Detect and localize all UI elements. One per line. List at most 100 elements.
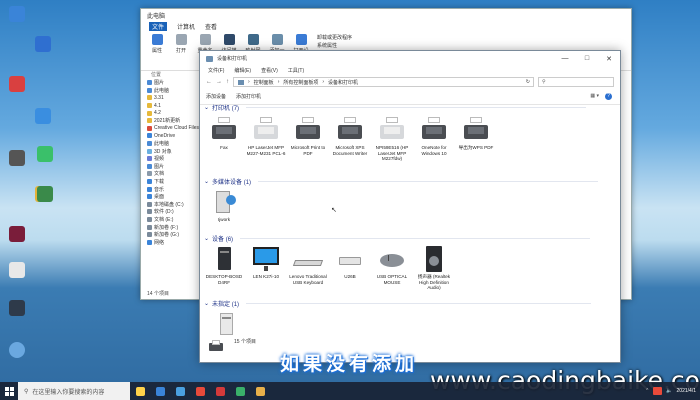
- nav-item[interactable]: 桌面: [141, 193, 200, 201]
- desktop-icon[interactable]: [32, 186, 58, 203]
- multimedia-item[interactable]: Ijwork: [204, 189, 244, 223]
- nav-item[interactable]: 网络: [141, 238, 200, 246]
- ribbon-button[interactable]: 属性: [149, 34, 165, 67]
- ribbon-system-link[interactable]: 卸载或更改程序: [317, 34, 352, 42]
- nav-item-label: 本地磁盘 (C:): [154, 201, 184, 208]
- up-arrow-icon[interactable]: ↑: [226, 79, 229, 85]
- add-device-button[interactable]: 添加设备: [206, 93, 226, 100]
- section-unspecified[interactable]: ⌄ 未指定 (1): [204, 299, 592, 308]
- refresh-icon[interactable]: ↻: [526, 79, 533, 85]
- printer-item[interactable]: NPI59E516 (HP LaserJet MFP M227fdw): [372, 117, 412, 162]
- desktop-icon[interactable]: [4, 150, 30, 167]
- tab-view[interactable]: 查看: [205, 22, 217, 31]
- ribbon-system-link[interactable]: 系统属性: [317, 42, 352, 50]
- section-printers[interactable]: ⌄ 打印机 (7): [204, 103, 587, 112]
- menu-file[interactable]: 文件(F): [208, 67, 224, 74]
- nav-item[interactable]: 2021新更新: [141, 117, 200, 125]
- tab-file[interactable]: 文件: [149, 21, 168, 31]
- start-button[interactable]: [0, 382, 18, 400]
- view-options-icon[interactable]: ▦ ▾: [590, 93, 599, 100]
- breadcrumb-chevron-icon: ›: [248, 79, 250, 85]
- taskbar-app-button[interactable]: [130, 382, 150, 400]
- taskbar-app-button[interactable]: [150, 382, 170, 400]
- desktop-icon[interactable]: [30, 36, 56, 53]
- printer-item[interactable]: Microsoft Print to PDF: [288, 117, 328, 156]
- desktop-icon[interactable]: [4, 6, 30, 23]
- nav-item[interactable]: 4.1: [141, 102, 200, 110]
- nav-item-label: 此电脑: [154, 87, 170, 94]
- minimize-button[interactable]: —: [554, 51, 576, 66]
- unspecified-device[interactable]: [206, 311, 246, 339]
- nav-item[interactable]: 文档: [141, 170, 200, 178]
- printer-item[interactable]: Fax: [204, 117, 244, 151]
- nav-item[interactable]: 此电脑: [141, 140, 200, 148]
- device-item[interactable]: LEN K27i-10: [246, 246, 286, 280]
- taskbar-app-button[interactable]: [190, 382, 210, 400]
- menu-view[interactable]: 查看(V): [261, 67, 278, 74]
- menu-bar: 文件(F) 编辑(E) 查看(V) 工具(T): [200, 66, 620, 75]
- nav-item[interactable]: 此电脑: [141, 87, 200, 95]
- printer-item[interactable]: 导出为WPS PDF: [456, 117, 496, 151]
- device-item[interactable]: U26B: [330, 246, 370, 280]
- nav-item-icon: [147, 201, 152, 207]
- add-printer-button[interactable]: 添加打印机: [236, 93, 261, 100]
- back-arrow-icon[interactable]: ←: [206, 79, 212, 85]
- close-button[interactable]: ✕: [598, 51, 620, 66]
- taskbar-app-icon: [175, 386, 185, 396]
- nav-item[interactable]: Creative Cloud Files: [141, 125, 200, 133]
- desktop-icon[interactable]: [4, 226, 30, 243]
- nav-item[interactable]: 新加卷 (G:): [141, 231, 200, 239]
- printer-item[interactable]: OneNote for Windows 10: [414, 117, 454, 156]
- desktop-icon[interactable]: [4, 342, 30, 359]
- nav-item[interactable]: 4.2: [141, 109, 200, 117]
- search-input[interactable]: ⚲: [538, 77, 614, 87]
- device-item[interactable]: 扬声器 (Realtek High Definition Audio): [414, 246, 454, 291]
- nav-item[interactable]: 新加卷 (F:): [141, 223, 200, 231]
- computer-icon: [210, 246, 238, 272]
- breadcrumb-devices[interactable]: 设备和打印机: [328, 79, 358, 86]
- nav-item[interactable]: 下载: [141, 178, 200, 186]
- breadcrumb-control-panel[interactable]: 控制面板: [254, 79, 274, 86]
- taskbar-app-button[interactable]: [230, 382, 250, 400]
- desktop-icon[interactable]: [4, 76, 30, 93]
- volume-icon[interactable]: 🔈: [666, 388, 672, 394]
- taskbar-app-button[interactable]: [210, 382, 230, 400]
- nav-item[interactable]: 视频: [141, 155, 200, 163]
- nav-item[interactable]: 3.31: [141, 94, 200, 102]
- maximize-button[interactable]: □: [576, 51, 598, 66]
- status-device-icon: [206, 339, 226, 357]
- nav-item[interactable]: OneDrive: [141, 132, 200, 140]
- device-item[interactable]: DESKTOP-BOSD D4RF: [204, 246, 244, 285]
- printer-item[interactable]: HP LaserJet MFP M227-M231 PCL-6: [246, 117, 286, 156]
- section-devices[interactable]: ⌄ 设备 (6): [204, 234, 591, 243]
- nav-item[interactable]: 文档 (E:): [141, 216, 200, 224]
- nav-item[interactable]: 本地磁盘 (C:): [141, 201, 200, 209]
- taskbar-app-button[interactable]: [250, 382, 270, 400]
- nav-item[interactable]: 音乐: [141, 185, 200, 193]
- desktop-icon[interactable]: [4, 262, 30, 279]
- ribbon-button[interactable]: 打开: [173, 34, 189, 67]
- device-item[interactable]: Lenovo Traditional USB Keyboard: [288, 246, 328, 285]
- desktop-icon[interactable]: [32, 146, 58, 163]
- nav-item[interactable]: 软件 (D:): [141, 208, 200, 216]
- breadcrumb-all-items[interactable]: 所有控制面板项: [283, 79, 318, 86]
- desktop-icon[interactable]: [30, 108, 56, 125]
- taskbar-search-input[interactable]: ⚲ 在这里输入你要搜索的内容: [18, 382, 130, 400]
- device-item[interactable]: USB OPTICAL MOUSE: [372, 246, 412, 285]
- taskbar-app-button[interactable]: [170, 382, 190, 400]
- menu-edit[interactable]: 编辑(E): [234, 67, 251, 74]
- help-icon[interactable]: ?: [605, 93, 612, 100]
- tray-chevron-icon[interactable]: ⌃: [645, 388, 649, 394]
- address-bar[interactable]: › 控制面板 › 所有控制面板项 › 设备和打印机 ↻: [233, 77, 534, 87]
- forward-arrow-icon[interactable]: →: [216, 79, 222, 85]
- section-multimedia[interactable]: ⌄ 多媒体设备 (1): [204, 177, 599, 186]
- nav-item[interactable]: 图片: [141, 79, 200, 87]
- nav-item[interactable]: 3D 对象: [141, 147, 200, 155]
- ime-icon[interactable]: [653, 387, 663, 395]
- clock[interactable]: 2021/4/1: [677, 388, 696, 394]
- desktop-icon[interactable]: [4, 300, 30, 317]
- nav-item[interactable]: 图片: [141, 163, 200, 171]
- menu-tools[interactable]: 工具(T): [288, 67, 304, 74]
- printer-item[interactable]: Microsoft XPS Document Writer: [330, 117, 370, 156]
- tab-computer[interactable]: 计算机: [177, 22, 195, 31]
